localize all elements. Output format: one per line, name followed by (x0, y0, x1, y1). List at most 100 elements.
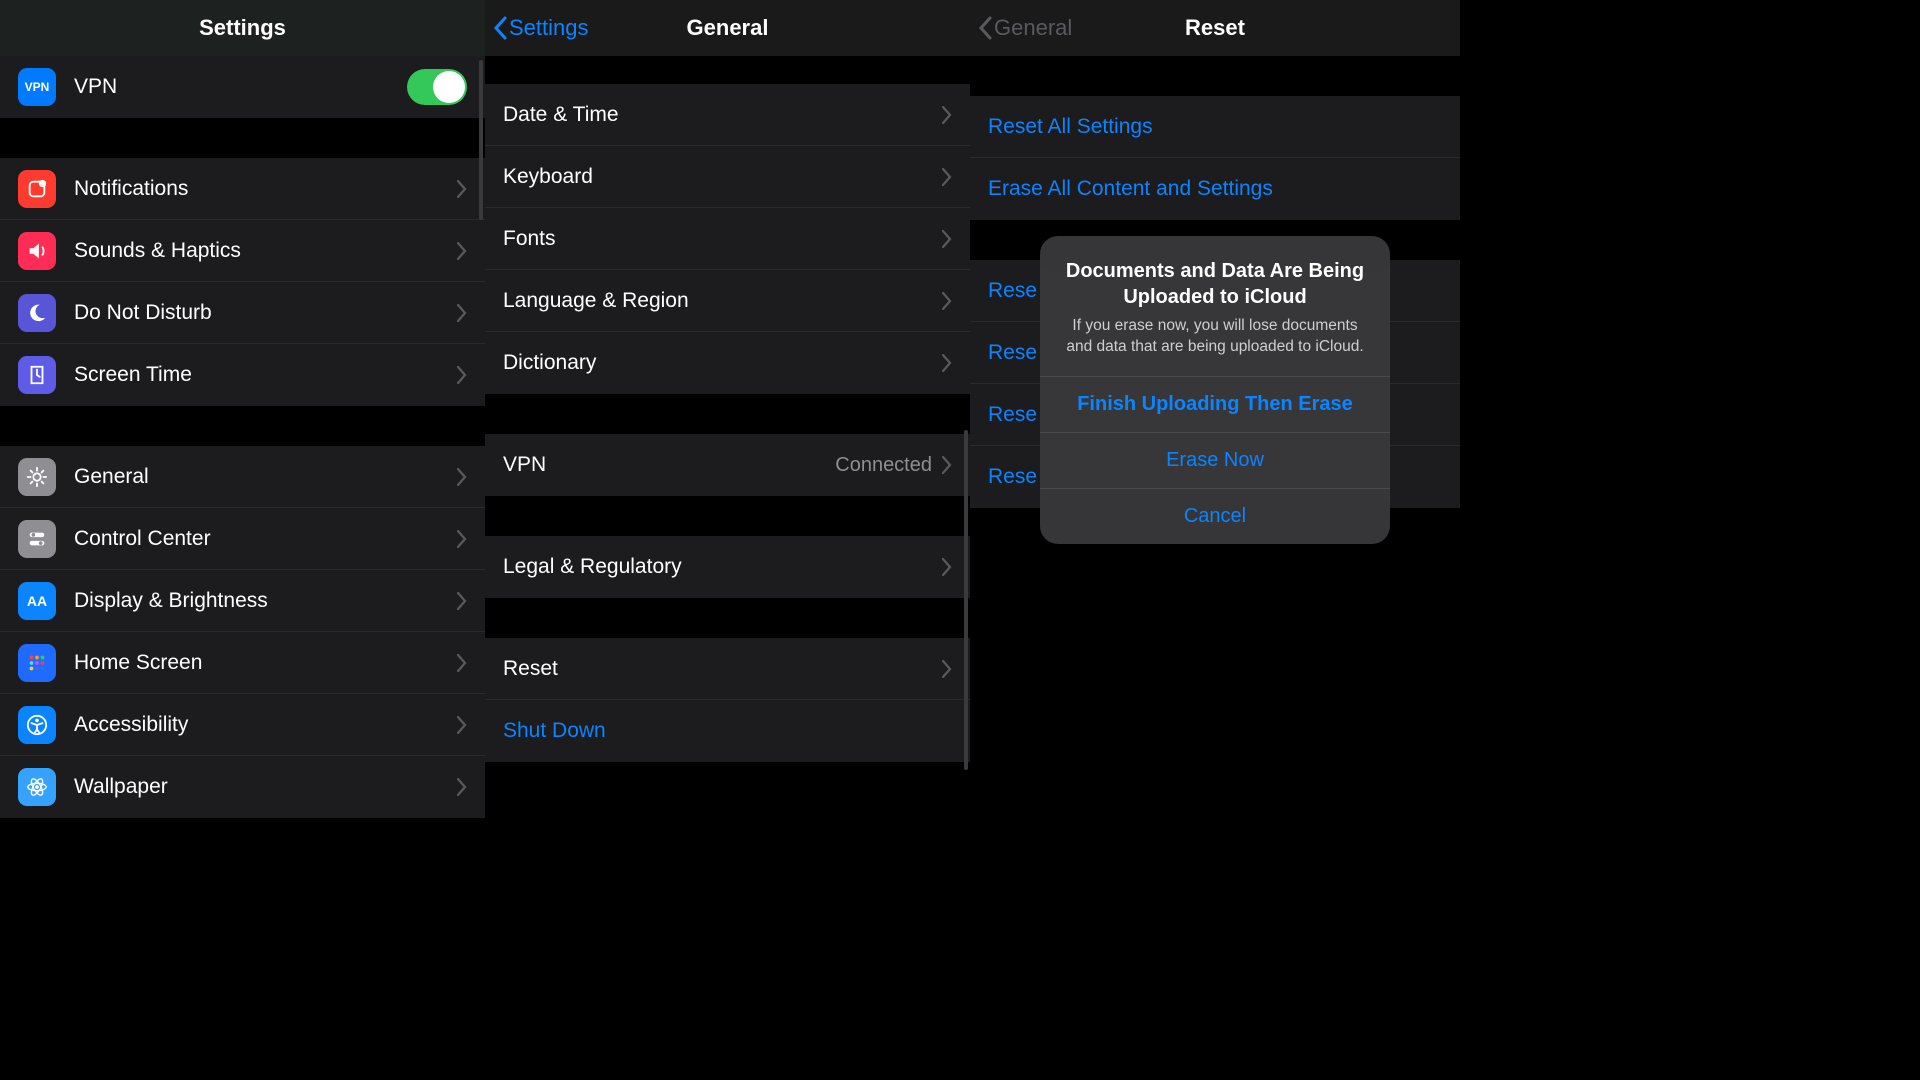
reset-row-label: Reset All Settings (988, 115, 1442, 139)
settings-row-label: Notifications (74, 177, 457, 201)
settings-row-label: Home Screen (74, 651, 457, 675)
display-icon: AA (18, 582, 56, 620)
general-row-label: Date & Time (503, 103, 942, 127)
alert-title: Documents and Data Are Being Uploaded to… (1062, 258, 1368, 310)
settings-row-label: General (74, 465, 457, 489)
alert-cancel-button[interactable]: Cancel (1040, 488, 1390, 544)
accessibility-icon (18, 706, 56, 744)
chevron-right-icon (457, 468, 467, 486)
chevron-right-icon (942, 168, 952, 186)
scrollbar-indicator (479, 60, 483, 220)
settings-row-label: Sounds & Haptics (74, 239, 457, 263)
reset-row-label: Erase All Content and Settings (988, 177, 1442, 201)
settings-row-general[interactable]: General (0, 446, 485, 508)
chevron-right-icon (457, 530, 467, 548)
general-row-keyboard[interactable]: Keyboard (485, 146, 970, 208)
settings-row-label: Screen Time (74, 363, 457, 387)
general-row-label: VPN (503, 453, 835, 477)
general-row-label: Keyboard (503, 165, 942, 189)
general-group-reset: Reset Shut Down (485, 638, 970, 762)
chevron-right-icon (457, 592, 467, 610)
back-to-general-button[interactable]: General (978, 0, 1072, 56)
vpn-status-value: Connected (835, 454, 932, 477)
settings-row-sounds-haptics[interactable]: Sounds & Haptics (0, 220, 485, 282)
chevron-right-icon (457, 716, 467, 734)
general-row-label: Shut Down (503, 719, 952, 743)
icloud-upload-alert: Documents and Data Are Being Uploaded to… (1040, 236, 1390, 544)
chevron-right-icon (942, 230, 952, 248)
chevron-right-icon (457, 654, 467, 672)
sounds-icon (18, 232, 56, 270)
general-group-legal: Legal & Regulatory (485, 536, 970, 598)
general-group-vpn: VPN Connected (485, 434, 970, 496)
settings-group-vpn: VPN VPN (0, 56, 485, 118)
alert-finish-uploading-button[interactable]: Finish Uploading Then Erase (1040, 376, 1390, 432)
general-row-label: Legal & Regulatory (503, 555, 942, 579)
settings-row-wallpaper[interactable]: Wallpaper (0, 756, 485, 818)
chevron-right-icon (942, 354, 952, 372)
alert-erase-now-button[interactable]: Erase Now (1040, 432, 1390, 488)
general-row-label: Dictionary (503, 351, 942, 375)
settings-row-control-center[interactable]: Control Center (0, 508, 485, 570)
settings-group-notifications: Notifications Sounds & Haptics Do Not Di… (0, 158, 485, 406)
alert-buttons: Finish Uploading Then Erase Erase Now Ca… (1040, 376, 1390, 544)
chevron-right-icon (457, 778, 467, 796)
general-row-language-region[interactable]: Language & Region (485, 270, 970, 332)
general-row-label: Language & Region (503, 289, 942, 313)
chevron-right-icon (942, 660, 952, 678)
settings-row-notifications[interactable]: Notifications (0, 158, 485, 220)
wallpaper-icon (18, 768, 56, 806)
general-row-dictionary[interactable]: Dictionary (485, 332, 970, 394)
general-row-shut-down[interactable]: Shut Down (485, 700, 970, 762)
dnd-icon (18, 294, 56, 332)
settings-row-label: Accessibility (74, 713, 457, 737)
settings-row-vpn[interactable]: VPN VPN (0, 56, 485, 118)
alert-body: Documents and Data Are Being Uploaded to… (1040, 236, 1390, 376)
vpn-icon: VPN (18, 68, 56, 106)
settings-header: Settings (0, 0, 485, 56)
general-title: General (687, 15, 769, 41)
settings-row-label: Do Not Disturb (74, 301, 457, 325)
back-label: General (994, 15, 1072, 41)
general-header: Settings General (485, 0, 970, 56)
chevron-right-icon (457, 242, 467, 260)
chevron-right-icon (457, 180, 467, 198)
reset-group-1: Reset All Settings Erase All Content and… (970, 96, 1460, 220)
vpn-toggle[interactable] (407, 69, 467, 105)
general-row-fonts[interactable]: Fonts (485, 208, 970, 270)
settings-row-label: Control Center (74, 527, 457, 551)
general-row-vpn[interactable]: VPN Connected (485, 434, 970, 496)
settings-row-home-screen[interactable]: Home Screen (0, 632, 485, 694)
chevron-right-icon (942, 456, 952, 474)
home-screen-icon (18, 644, 56, 682)
control-center-icon (18, 520, 56, 558)
chevron-right-icon (457, 304, 467, 322)
back-label: Settings (509, 15, 589, 41)
general-row-label: Reset (503, 657, 942, 681)
general-panel: Settings General Date & Time Keyboard Fo… (485, 0, 970, 1080)
general-row-date-time[interactable]: Date & Time (485, 84, 970, 146)
general-row-reset[interactable]: Reset (485, 638, 970, 700)
settings-row-display[interactable]: AA Display & Brightness (0, 570, 485, 632)
general-group-1: Date & Time Keyboard Fonts Language & Re… (485, 84, 970, 394)
back-to-settings-button[interactable]: Settings (493, 0, 589, 56)
alert-message: If you erase now, you will lose document… (1062, 316, 1368, 358)
settings-group-general: General Control Center AA Display & Brig… (0, 446, 485, 818)
letterbox-right (1460, 0, 1920, 1080)
reset-row-erase-all[interactable]: Erase All Content and Settings (970, 158, 1460, 220)
settings-row-accessibility[interactable]: Accessibility (0, 694, 485, 756)
chevron-right-icon (942, 106, 952, 124)
settings-row-screen-time[interactable]: Screen Time (0, 344, 485, 406)
general-row-legal[interactable]: Legal & Regulatory (485, 536, 970, 598)
settings-row-label: Display & Brightness (74, 589, 457, 613)
notifications-icon (18, 170, 56, 208)
reset-title: Reset (1185, 15, 1245, 41)
chevron-right-icon (457, 366, 467, 384)
general-icon (18, 458, 56, 496)
chevron-right-icon (942, 292, 952, 310)
scrollbar-indicator (964, 430, 968, 770)
settings-row-do-not-disturb[interactable]: Do Not Disturb (0, 282, 485, 344)
settings-title: Settings (199, 15, 286, 41)
settings-panel: Settings VPN VPN Notifications Sounds & … (0, 0, 485, 1080)
reset-row-reset-all-settings[interactable]: Reset All Settings (970, 96, 1460, 158)
